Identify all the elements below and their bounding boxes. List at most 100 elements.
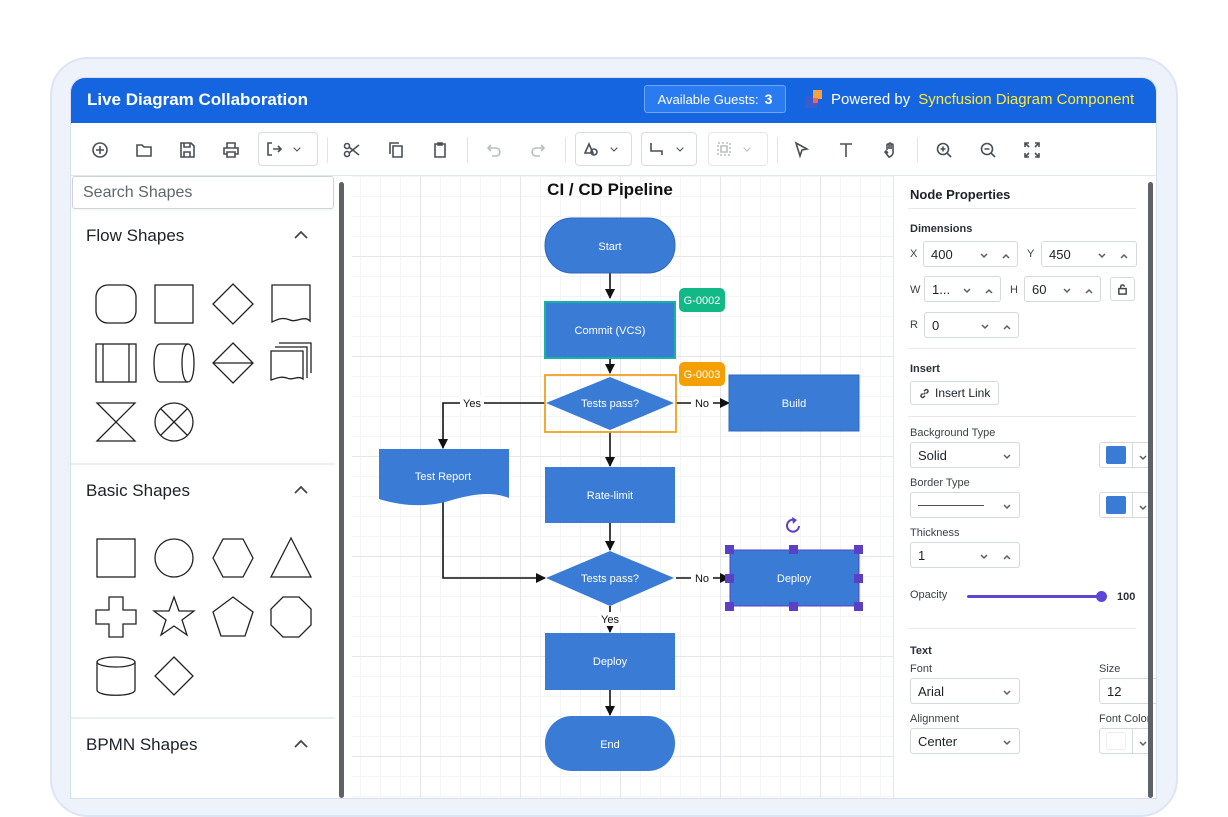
- collate-shape[interactable]: [94, 400, 138, 444]
- opacity-slider-track[interactable]: [967, 595, 1101, 598]
- search-shapes-input[interactable]: Search Shapes: [72, 176, 334, 209]
- redo-icon[interactable]: [527, 139, 549, 161]
- x-value: 400: [931, 246, 953, 262]
- border-color-swatch: [1106, 496, 1126, 514]
- chevron-down-icon[interactable]: [1097, 249, 1107, 259]
- zoom-in-icon[interactable]: [933, 139, 955, 161]
- chevron-up-icon[interactable]: [293, 739, 309, 749]
- node-tests-pass[interactable]: Tests pass?: [544, 374, 677, 433]
- node-deploy-selected[interactable]: Deploy: [729, 549, 860, 607]
- border-color-picker[interactable]: [1099, 492, 1152, 518]
- thickness-input[interactable]: 1: [910, 542, 1020, 568]
- node-start[interactable]: Start: [544, 217, 676, 274]
- alignment-select[interactable]: Center: [910, 728, 1020, 754]
- connector-dropdown[interactable]: [641, 132, 697, 166]
- chevron-down-icon[interactable]: [1062, 284, 1072, 294]
- node-label: Deploy: [777, 573, 812, 585]
- node-rate-limit[interactable]: Rate-limit: [545, 467, 675, 523]
- chevron-down-icon[interactable]: [979, 550, 989, 560]
- h-input[interactable]: 60: [1024, 276, 1101, 302]
- x-input[interactable]: 400: [923, 241, 1018, 267]
- palette-group-title[interactable]: BPMN Shapes: [86, 735, 198, 755]
- star-shape[interactable]: [152, 595, 196, 639]
- decision-shape[interactable]: [211, 282, 255, 326]
- octagon-shape[interactable]: [269, 595, 313, 639]
- predefined-process-shape[interactable]: [94, 341, 138, 385]
- text-icon[interactable]: [835, 139, 857, 161]
- diagram-canvas[interactable]: CI / CD Pipeline Yes No No Yes Start Com…: [352, 176, 893, 798]
- cut-icon[interactable]: [341, 139, 363, 161]
- diagram-app: Live Diagram Collaboration Available Gue…: [71, 78, 1156, 798]
- export-dropdown[interactable]: [258, 132, 318, 166]
- rotation-input[interactable]: 0: [924, 312, 1019, 338]
- fit-icon[interactable]: [1021, 139, 1043, 161]
- node-tests-pass-2[interactable]: Tests pass?: [546, 551, 674, 606]
- copy-icon[interactable]: [385, 139, 407, 161]
- guests-badge[interactable]: Available Guests: 3: [644, 85, 786, 113]
- pan-icon[interactable]: [879, 139, 901, 161]
- background-type-select[interactable]: Solid: [910, 442, 1020, 468]
- chevron-up-icon[interactable]: [1002, 550, 1012, 560]
- print-icon[interactable]: [220, 139, 242, 161]
- chevron-down-icon[interactable]: [980, 320, 990, 330]
- node-test-report[interactable]: Test Report: [379, 449, 509, 506]
- triangle-shape[interactable]: [269, 536, 313, 580]
- chevron-up-icon[interactable]: [1002, 320, 1012, 330]
- document-shape[interactable]: [269, 282, 313, 326]
- process-shape[interactable]: [152, 282, 196, 326]
- opacity-slider-thumb[interactable]: [1096, 591, 1107, 602]
- chevron-up-icon[interactable]: [984, 284, 994, 294]
- sort-shape[interactable]: [211, 341, 255, 385]
- node-deploy[interactable]: Deploy: [545, 633, 675, 690]
- connector-tests-report[interactable]: [438, 402, 545, 449]
- chevron-down-icon[interactable]: [962, 284, 972, 294]
- undo-icon[interactable]: [483, 139, 505, 161]
- multi-document-shape[interactable]: [269, 341, 313, 385]
- palette-group-title[interactable]: Flow Shapes: [86, 226, 184, 246]
- toolbar-divider: [777, 137, 778, 163]
- y-input[interactable]: 450: [1041, 241, 1137, 267]
- terminator-shape[interactable]: [94, 282, 138, 326]
- draw-shape-dropdown[interactable]: [575, 132, 632, 166]
- zoom-out-icon[interactable]: [977, 139, 999, 161]
- chevron-up-icon[interactable]: [1119, 249, 1129, 259]
- w-input[interactable]: 1...: [924, 276, 1001, 302]
- pentagon-shape[interactable]: [211, 595, 255, 639]
- new-icon[interactable]: [89, 139, 111, 161]
- chevron-up-icon[interactable]: [293, 230, 309, 240]
- ellipse-shape[interactable]: [152, 536, 196, 580]
- cylinder-shape[interactable]: [94, 654, 138, 698]
- chevron-up-icon[interactable]: [1001, 249, 1011, 259]
- aspect-lock-button[interactable]: [1110, 277, 1135, 301]
- chevron-down-icon[interactable]: [979, 249, 989, 259]
- plus-shape[interactable]: [94, 595, 138, 639]
- connector-report-tests2[interactable]: [442, 502, 546, 583]
- align-dropdown[interactable]: [708, 132, 768, 166]
- font-family-select[interactable]: Arial: [910, 678, 1020, 704]
- paste-icon[interactable]: [429, 139, 451, 161]
- save-icon[interactable]: [176, 139, 198, 161]
- font-color-picker[interactable]: [1099, 728, 1152, 754]
- right-scrollbar[interactable]: [1148, 182, 1153, 798]
- hexagon-shape[interactable]: [211, 536, 255, 580]
- diamond-shape[interactable]: [152, 654, 196, 698]
- chevron-down-icon: [293, 147, 301, 152]
- rectangle-shape[interactable]: [94, 536, 138, 580]
- node-build[interactable]: Build: [728, 374, 860, 432]
- chevron-up-icon[interactable]: [293, 485, 309, 495]
- summing-junction-shape[interactable]: [152, 400, 196, 444]
- rotate-handle-icon[interactable]: [786, 517, 800, 533]
- powered-brand-link[interactable]: Syncfusion Diagram Component: [918, 91, 1134, 108]
- insert-link-button[interactable]: Insert Link: [910, 381, 1000, 405]
- background-color-picker[interactable]: [1099, 442, 1152, 468]
- edge-label-yes: Yes: [463, 398, 481, 410]
- open-icon[interactable]: [133, 139, 155, 161]
- border-type-select[interactable]: [910, 492, 1020, 518]
- left-splitter[interactable]: [339, 182, 344, 798]
- direct-data-shape[interactable]: [152, 341, 196, 385]
- node-end[interactable]: End: [545, 716, 675, 771]
- palette-group-title[interactable]: Basic Shapes: [86, 481, 190, 501]
- node-commit[interactable]: Commit (VCS): [544, 301, 676, 359]
- chevron-up-icon[interactable]: [1084, 284, 1094, 294]
- select-icon[interactable]: [791, 139, 813, 161]
